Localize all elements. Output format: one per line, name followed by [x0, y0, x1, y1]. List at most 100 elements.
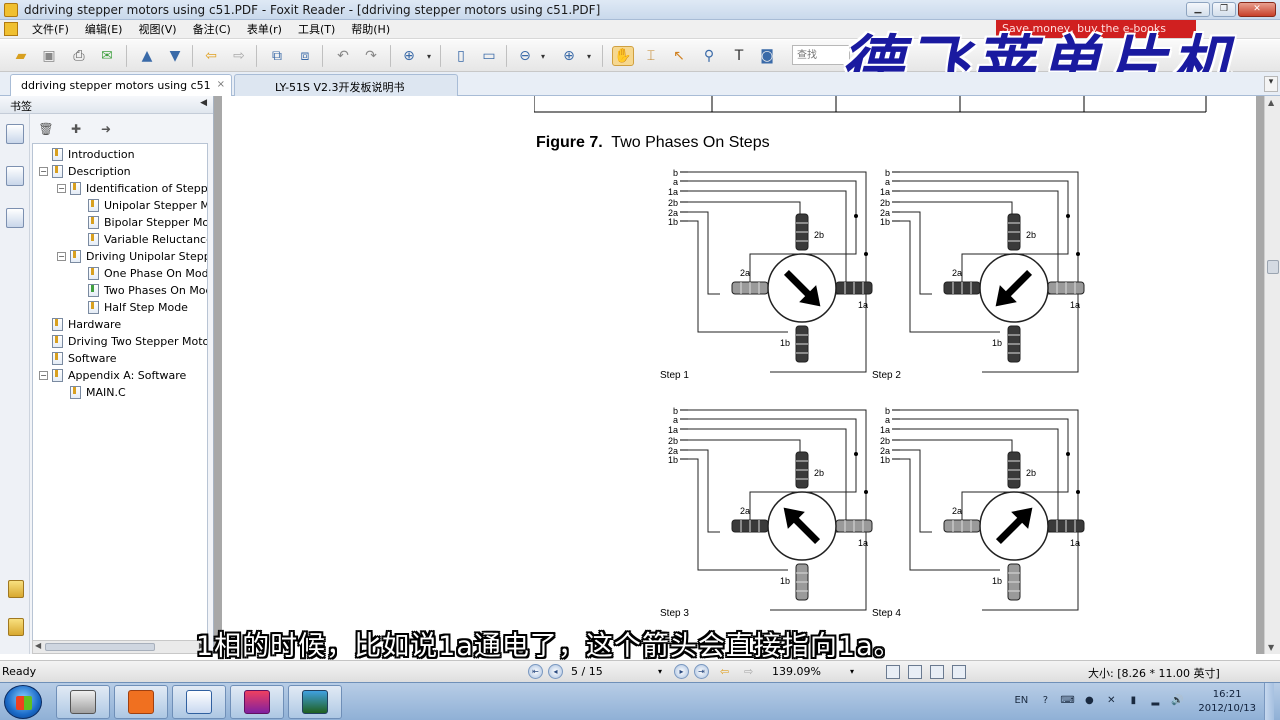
zoom-in-circle-icon[interactable]: ⊕: [558, 46, 580, 66]
bookmark-tree-scrollbar[interactable]: ◀ ▶: [32, 640, 208, 654]
bookmark-item[interactable]: Half Step Mode: [75, 299, 188, 316]
zoom-dropdown-icon[interactable]: ▾: [424, 46, 434, 66]
taskbar-app-editor[interactable]: [172, 685, 226, 719]
bookmark-item[interactable]: Software: [39, 350, 117, 367]
previous-page-icon[interactable]: ▲: [136, 46, 158, 66]
bookmark-item[interactable]: Variable Reluctance: [75, 231, 207, 248]
pages-tab-icon[interactable]: [5, 166, 24, 186]
bookmark-item[interactable]: − Identification of Stepper Motors: [57, 180, 207, 197]
scrollbar-thumb[interactable]: [45, 643, 155, 651]
email-icon[interactable]: ✉: [96, 46, 118, 66]
last-page-icon[interactable]: ⇥: [694, 664, 709, 679]
taskbar-app-explorer[interactable]: [56, 685, 110, 719]
bookmark-item[interactable]: Two Phases On Mode: [75, 282, 207, 299]
print-icon[interactable]: ⎙: [68, 46, 90, 66]
menu-forms[interactable]: 表单(r): [239, 21, 290, 37]
bookmarks-tab-icon[interactable]: [5, 124, 24, 144]
show-desktop-button[interactable]: [1264, 683, 1274, 720]
typewriter-icon[interactable]: T: [728, 46, 750, 66]
snapshot-icon[interactable]: ◙: [756, 46, 778, 66]
system-clock[interactable]: 16:21 2012/10/13: [1198, 688, 1256, 716]
layers-tab-icon[interactable]: [5, 208, 24, 228]
fit-page-icon[interactable]: ▯: [450, 46, 472, 66]
foxit-app-icon[interactable]: [4, 3, 18, 17]
paperclip-icon[interactable]: [8, 618, 24, 636]
redo-icon[interactable]: ↷: [360, 46, 382, 66]
bookmark-item[interactable]: One Phase On Mode: [75, 265, 207, 282]
menu-tools[interactable]: 工具(T): [290, 21, 343, 37]
forward-arrow-icon[interactable]: ⇨: [228, 46, 250, 66]
network-error-icon[interactable]: ✕: [1104, 695, 1118, 709]
tray-app-icon[interactable]: ●: [1082, 695, 1096, 709]
bookmark-item[interactable]: Hardware: [39, 316, 121, 333]
menu-file[interactable]: 文件(F): [24, 21, 77, 37]
open-folder-icon[interactable]: ▰: [10, 46, 32, 66]
tab-ly51s-manual[interactable]: LY-51S V2.3开发板说明书: [234, 74, 458, 96]
single-page-view-icon[interactable]: [886, 665, 900, 679]
undo-icon[interactable]: ↶: [332, 46, 354, 66]
document-view[interactable]: Figure 7. Two Phases On Steps b a 1a 2b 2a 1b…: [214, 96, 1264, 654]
collapse-node-icon[interactable]: −: [39, 167, 48, 176]
menu-edit[interactable]: 编辑(E): [77, 21, 131, 37]
zoom-in-dropdown-icon[interactable]: ▾: [584, 46, 594, 66]
bookmark-item[interactable]: Introduction: [39, 146, 135, 163]
tab-stepper-motors[interactable]: ddriving stepper motors using c51 ×: [10, 74, 232, 96]
facing-view-icon[interactable]: [930, 665, 944, 679]
signal-icon[interactable]: ▂: [1148, 695, 1162, 709]
menu-view[interactable]: 视图(V): [130, 21, 184, 37]
taskbar-app-media[interactable]: [230, 685, 284, 719]
close-window-button[interactable]: ✕: [1238, 2, 1276, 17]
page-dropdown-icon[interactable]: ▾: [658, 667, 662, 676]
fit-width-icon[interactable]: ▭: [478, 46, 500, 66]
forward-icon[interactable]: ⇨: [744, 665, 753, 678]
delete-bookmark-icon[interactable]: 🗑: [38, 121, 54, 137]
vertical-scrollbar[interactable]: ▲ ▼: [1264, 96, 1280, 654]
back-icon[interactable]: ⇦: [720, 665, 729, 678]
menu-help[interactable]: 帮助(H): [343, 21, 398, 37]
continuous-facing-view-icon[interactable]: [952, 665, 966, 679]
back-arrow-icon[interactable]: ⇦: [200, 46, 222, 66]
document-menu-icon[interactable]: [4, 22, 18, 36]
bookmark-item[interactable]: − Driving Unipolar Stepper Motors: [57, 248, 207, 265]
page-number[interactable]: 5 / 15: [571, 665, 603, 678]
tab-list-dropdown-icon[interactable]: ▾: [1264, 76, 1278, 92]
zoom-level-dropdown-icon[interactable]: ▾: [850, 667, 854, 676]
hand-tool-icon[interactable]: ✋: [612, 46, 634, 66]
find-binoculars-icon[interactable]: ⚲: [698, 46, 720, 66]
keyboard-icon[interactable]: ⌨: [1060, 695, 1074, 709]
continuous-view-icon[interactable]: [908, 665, 922, 679]
language-indicator[interactable]: EN: [1012, 695, 1030, 709]
scroll-left-icon[interactable]: ◀: [35, 641, 41, 650]
bookmark-item[interactable]: Bipolar Stepper Motors: [75, 214, 207, 231]
bookmark-item[interactable]: MAIN.C: [57, 384, 126, 401]
bookmark-item[interactable]: Unipolar Stepper Motors: [75, 197, 207, 214]
next-page-icon[interactable]: ▸: [674, 664, 689, 679]
bookmark-item[interactable]: − Description: [39, 163, 131, 180]
collapse-panel-icon[interactable]: ◀: [200, 98, 207, 108]
insert-pages-icon[interactable]: ⧈: [294, 46, 316, 66]
extract-pages-icon[interactable]: ⧉: [266, 46, 288, 66]
collapse-node-icon[interactable]: −: [39, 371, 48, 380]
select-annotation-icon[interactable]: ↖: [668, 46, 690, 66]
taskbar-app-screen[interactable]: [288, 685, 342, 719]
zoom-in-icon[interactable]: ⊕: [398, 46, 420, 66]
scroll-up-icon[interactable]: ▲: [1268, 98, 1274, 107]
select-text-icon[interactable]: ⌶: [640, 46, 662, 66]
prev-page-icon[interactable]: ◂: [548, 664, 563, 679]
first-page-icon[interactable]: ⇤: [528, 664, 543, 679]
volume-icon[interactable]: 🔊: [1170, 695, 1184, 709]
zoom-out-dropdown-icon[interactable]: ▾: [538, 46, 548, 66]
zoom-level[interactable]: 139.09%: [772, 665, 821, 678]
next-page-icon[interactable]: ▼: [164, 46, 186, 66]
help-icon[interactable]: ?: [1038, 695, 1052, 709]
bookmark-item[interactable]: Driving Two Stepper Motors: [39, 333, 207, 350]
attachments-icon[interactable]: [8, 580, 24, 598]
expand-bookmark-icon[interactable]: ➜: [98, 121, 114, 137]
collapse-node-icon[interactable]: −: [57, 252, 66, 261]
menu-comments[interactable]: 备注(C): [185, 21, 239, 37]
zoom-out-circle-icon[interactable]: ⊖: [514, 46, 536, 66]
scroll-down-icon[interactable]: ▼: [1268, 643, 1274, 652]
collapse-node-icon[interactable]: −: [57, 184, 66, 193]
scrollbar-thumb[interactable]: [1267, 260, 1279, 274]
close-tab-icon[interactable]: ×: [217, 79, 225, 90]
